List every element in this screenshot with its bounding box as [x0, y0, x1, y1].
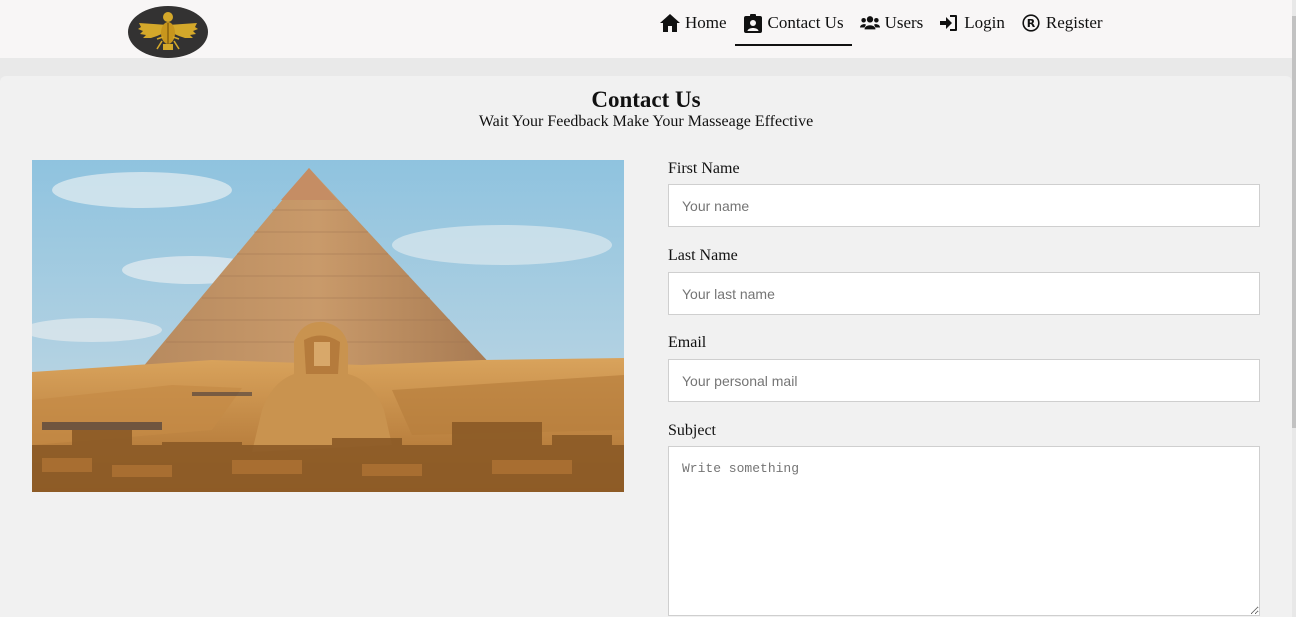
- last-name-input[interactable]: [668, 272, 1260, 315]
- svg-text:R: R: [1027, 17, 1036, 30]
- home-icon: [660, 13, 680, 33]
- page-subtitle: Wait Your Feedback Make Your Masseage Ef…: [478, 113, 814, 130]
- nav-register-link[interactable]: R Register: [1013, 0, 1111, 46]
- nav-home-label: Home: [685, 13, 727, 32]
- nav-contact-link[interactable]: Contact Us: [734, 0, 852, 46]
- header-spacer: [0, 58, 1296, 76]
- nav-users-link[interactable]: Users: [852, 0, 932, 46]
- contact-card-icon: [743, 13, 763, 33]
- hero-image: [32, 160, 624, 492]
- nav-login-link[interactable]: Login: [931, 0, 1013, 46]
- pyramid-sphinx-photo: [32, 160, 624, 492]
- nav-register-label: Register: [1045, 13, 1103, 32]
- email-input[interactable]: [668, 359, 1260, 402]
- nav-login-label: Login: [964, 13, 1005, 32]
- page-title: Contact Us: [591, 87, 701, 112]
- brand-logo[interactable]: [128, 6, 208, 58]
- nav-users-label: Users: [884, 13, 924, 32]
- users-icon: [859, 13, 880, 33]
- email-label: Email: [668, 334, 707, 351]
- page-scrollbar-thumb[interactable]: [1292, 16, 1296, 428]
- top-navbar: Home Contact Us Users Login R Register: [0, 0, 1296, 58]
- subject-label: Subject: [668, 422, 716, 439]
- nav-contact-label: Contact Us: [767, 13, 844, 32]
- main-nav: Home Contact Us Users Login R Register: [652, 0, 1111, 58]
- sign-in-icon: [939, 13, 959, 33]
- subject-textarea[interactable]: [668, 446, 1260, 616]
- first-name-label: First Name: [668, 160, 740, 177]
- nav-home-link[interactable]: Home: [652, 0, 735, 46]
- scarab-emblem-logo: [138, 12, 198, 50]
- first-name-input[interactable]: [668, 184, 1260, 227]
- last-name-label: Last Name: [668, 247, 738, 264]
- registered-icon: R: [1021, 13, 1041, 33]
